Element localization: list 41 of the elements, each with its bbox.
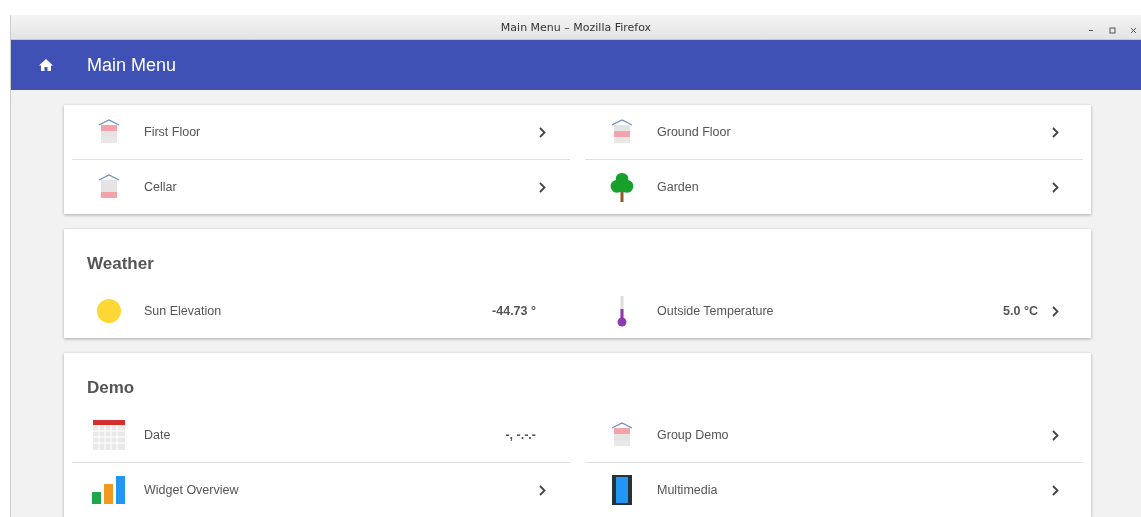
menu-item[interactable]: Sun Elevation -44.73 ° bbox=[72, 284, 570, 338]
item-value: -, -.-.- bbox=[505, 428, 536, 442]
item-value: 5.0 °C bbox=[1003, 304, 1038, 318]
menu-item[interactable]: Group Demo bbox=[585, 408, 1083, 462]
item-label: Group Demo bbox=[657, 428, 730, 442]
menu-item[interactable]: Cellar bbox=[72, 159, 570, 214]
item-label: Widget Overview bbox=[144, 483, 240, 497]
maximize-icon[interactable] bbox=[1109, 27, 1116, 34]
sun-icon bbox=[97, 299, 121, 323]
menu-item[interactable]: Outside Temperature 5.0 °C bbox=[585, 284, 1083, 338]
menu-item[interactable]: Widget Overview bbox=[72, 462, 570, 517]
home-icon[interactable] bbox=[39, 59, 53, 72]
building-icon bbox=[611, 422, 633, 448]
tree-icon bbox=[608, 172, 636, 202]
item-label: Garden bbox=[657, 180, 700, 194]
menu-item[interactable]: Multimedia bbox=[585, 462, 1083, 517]
card-title: Weather bbox=[86, 253, 155, 275]
item-label: Cellar bbox=[144, 180, 178, 194]
building-icon bbox=[98, 174, 120, 200]
item-value: -44.73 ° bbox=[492, 304, 536, 318]
minimize-icon[interactable] bbox=[1087, 29, 1095, 32]
item-label: Date bbox=[144, 428, 172, 442]
film-icon bbox=[612, 475, 632, 505]
menu-item[interactable]: First Floor bbox=[72, 105, 570, 159]
menu-item[interactable]: Date -, -.-.- bbox=[72, 408, 570, 462]
building-icon bbox=[611, 119, 633, 145]
item-label: Outside Temperature bbox=[657, 304, 775, 318]
item-label: First Floor bbox=[144, 125, 202, 139]
menu-item[interactable]: Garden bbox=[585, 159, 1083, 214]
item-label: Sun Elevation bbox=[144, 304, 223, 318]
app-title: Main Menu bbox=[87, 54, 177, 76]
bar-chart-icon bbox=[92, 476, 126, 504]
item-label: Multimedia bbox=[657, 483, 719, 497]
thermometer-icon bbox=[617, 295, 627, 327]
window-title: Main Menu – Mozilla Firefox bbox=[500, 20, 652, 34]
card-title: Demo bbox=[86, 377, 136, 399]
close-icon[interactable] bbox=[1130, 27, 1137, 34]
calendar-icon bbox=[93, 420, 125, 450]
menu-item[interactable]: Ground Floor bbox=[585, 105, 1083, 159]
item-label: Ground Floor bbox=[657, 125, 732, 139]
building-icon bbox=[98, 119, 120, 145]
